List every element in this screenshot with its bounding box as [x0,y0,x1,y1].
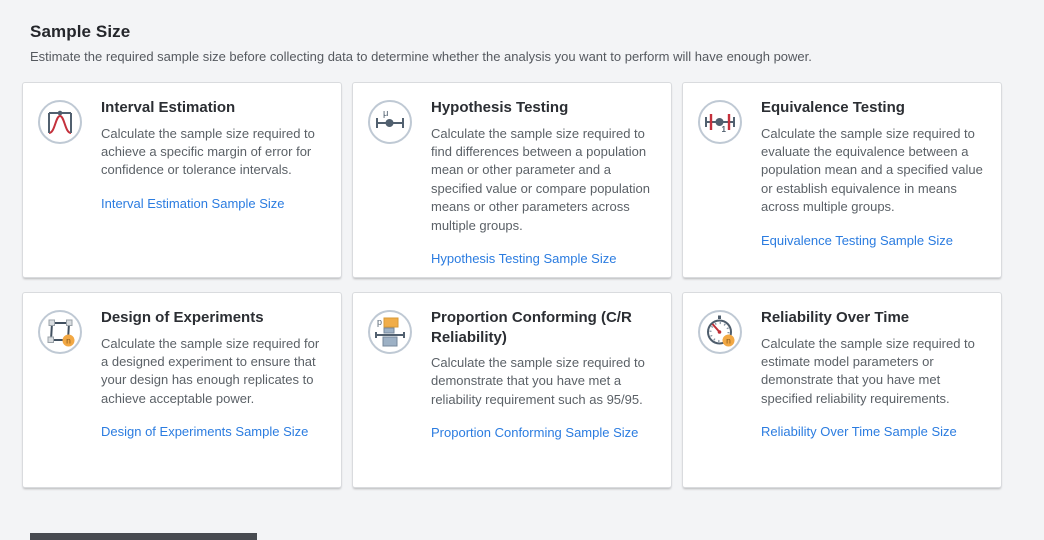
card-description: Calculate the sample size required for a… [101,335,327,409]
card-reliability-over-time: n Reliability Over Time Calculate the sa… [682,292,1002,488]
interval-estimation-icon [37,99,83,145]
card-body: Equivalence Testing Calculate the sample… [761,98,987,263]
proportion-conforming-link[interactable]: Proportion Conforming Sample Size [431,425,638,440]
card-body: Proportion Conforming (C/R Reliability) … [431,308,657,473]
card-title: Hypothesis Testing [431,98,657,118]
card-title: Reliability Over Time [761,308,987,328]
interval-estimation-link[interactable]: Interval Estimation Sample Size [101,196,285,211]
hypothesis-testing-link[interactable]: Hypothesis Testing Sample Size [431,251,616,266]
card-description: Calculate the sample size required to es… [761,335,987,409]
reliability-over-time-link[interactable]: Reliability Over Time Sample Size [761,424,957,439]
card-design-of-experiments: n Design of Experiments Calculate the sa… [22,292,342,488]
card-proportion-conforming: p Proportion Conforming (C/R Reliability… [352,292,672,488]
card-body: Design of Experiments Calculate the samp… [101,308,327,473]
card-body: Hypothesis Testing Calculate the sample … [431,98,657,263]
svg-text:1: 1 [722,125,727,134]
card-title: Proportion Conforming (C/R Reliability) [431,308,657,347]
svg-text:p: p [377,317,382,327]
svg-text:n: n [66,336,71,346]
reliability-over-time-icon: n [697,309,743,355]
card-interval-estimation: Interval Estimation Calculate the sample… [22,82,342,278]
page-subtitle: Estimate the required sample size before… [30,49,1010,64]
card-body: Reliability Over Time Calculate the samp… [761,308,987,473]
svg-text:n: n [726,336,731,346]
design-of-experiments-link[interactable]: Design of Experiments Sample Size [101,424,308,439]
card-description: Calculate the sample size required to de… [431,354,657,409]
hypothesis-testing-icon: μ [367,99,413,145]
card-title: Design of Experiments [101,308,327,328]
card-hypothesis-testing: μ Hypothesis Testing Calculate the sampl… [352,82,672,278]
design-of-experiments-icon: n [37,309,83,355]
card-body: Interval Estimation Calculate the sample… [101,98,327,263]
svg-text:μ: μ [383,108,388,119]
taskbar-edge-fragment [30,533,257,540]
card-description: Calculate the sample size required to ev… [761,125,987,217]
card-description: Calculate the sample size required to fi… [431,125,657,236]
page-title: Sample Size [30,22,1010,42]
card-title: Equivalence Testing [761,98,987,118]
card-title: Interval Estimation [101,98,327,118]
page-header: Sample Size Estimate the required sample… [30,22,1010,64]
equivalence-testing-icon: 1 [697,99,743,145]
equivalence-testing-link[interactable]: Equivalence Testing Sample Size [761,233,953,248]
proportion-conforming-icon: p [367,309,413,355]
card-description: Calculate the sample size required to ac… [101,125,327,180]
card-equivalence-testing: 1 Equivalence Testing Calculate the samp… [682,82,1002,278]
cards-grid: Interval Estimation Calculate the sample… [22,82,1002,488]
